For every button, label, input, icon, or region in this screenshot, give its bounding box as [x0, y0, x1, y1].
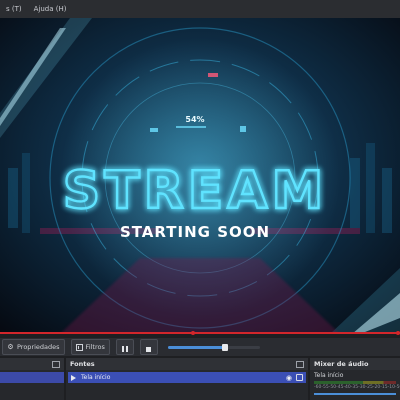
meter-tick-label: -25	[365, 385, 373, 390]
percent-underline	[176, 126, 206, 128]
filter-icon	[75, 343, 83, 351]
seek-handle[interactable]	[221, 343, 228, 351]
meter-tick-label: -30	[358, 385, 366, 390]
meter-tick-label: -55	[321, 385, 329, 390]
play-icon[interactable]	[71, 374, 76, 381]
meter-tick-label: -20	[372, 385, 381, 390]
meter-tick-label: -35	[350, 385, 359, 390]
meter-tick-label: -15	[380, 385, 388, 390]
menu-item-help[interactable]: Ajuda (H)	[28, 0, 73, 18]
starting-soon-text: STARTING SOON	[120, 223, 270, 241]
menu-item-tools[interactable]: s (T)	[0, 0, 28, 18]
seek-progress	[167, 345, 225, 349]
audio-mixer-dock: Mixer de áudio Tela início -60 -55 -50 -45-…	[310, 358, 400, 400]
volume-slider[interactable]	[314, 393, 396, 395]
meter-tick-label: -40	[343, 385, 351, 390]
source-toolbar: ⚙ Propriedades Filtros	[0, 338, 400, 356]
pause-button[interactable]	[115, 338, 134, 357]
preview-area[interactable]: 54% STREAM STARTING SOON	[0, 18, 400, 334]
sources-dock: Fontes Tela início ◉	[66, 358, 308, 400]
sources-dock-header: Fontes	[66, 358, 308, 370]
stream-scene: 54% STREAM STARTING SOON	[0, 18, 400, 334]
properties-label: Propriedades	[17, 343, 60, 351]
filters-button[interactable]: Filtros	[70, 339, 110, 355]
meter-tick-label: -10	[387, 385, 395, 390]
sources-title: Fontes	[70, 360, 95, 368]
meter-tick-label: -60	[314, 385, 322, 390]
gear-icon: ⚙	[7, 343, 14, 351]
dock-float-icon[interactable]	[52, 360, 60, 368]
preview-canvas: 54% STREAM STARTING SOON	[0, 18, 400, 334]
transform-handle-bottom[interactable]	[191, 331, 195, 335]
transform-bottom-edge[interactable]	[0, 332, 400, 334]
media-seek-bar[interactable]	[167, 343, 260, 351]
audio-level-meter	[314, 381, 396, 384]
audio-mixer-header: Mixer de áudio	[310, 358, 400, 370]
hud-mark-3	[240, 126, 246, 132]
transform-handle-bottom-right[interactable]	[396, 331, 400, 335]
meter-tick-label: -45	[336, 385, 344, 390]
meter-tick-label: -50	[328, 385, 337, 390]
scenes-dock-header	[0, 358, 64, 370]
lock-icon[interactable]	[296, 374, 303, 381]
filters-label: Filtros	[85, 343, 105, 351]
source-label: Tela início	[81, 374, 111, 381]
stop-button[interactable]	[139, 338, 158, 357]
pause-icon	[121, 338, 129, 357]
progress-percent: 54%	[185, 115, 204, 124]
visibility-eye-icon[interactable]: ◉	[286, 374, 292, 382]
stop-icon	[145, 338, 152, 357]
source-list-item[interactable]: Tela início ◉	[68, 372, 306, 383]
audio-mixer-title: Mixer de áudio	[314, 360, 369, 368]
dock-float-icon[interactable]	[296, 360, 304, 368]
scene-list-item[interactable]	[0, 372, 64, 383]
scenes-dock	[0, 358, 64, 400]
mixer-channel-name: Tela início	[314, 372, 344, 379]
stream-title: STREAM	[63, 161, 327, 221]
meter-scale: -60-55-50-45-40-35-30-25-20-15-10-50	[314, 385, 400, 390]
menu-bar: s (T) Ajuda (H)	[0, 0, 400, 18]
hud-mark-2	[150, 128, 158, 132]
properties-button[interactable]: ⚙ Propriedades	[2, 339, 65, 355]
hud-mark	[208, 73, 218, 77]
